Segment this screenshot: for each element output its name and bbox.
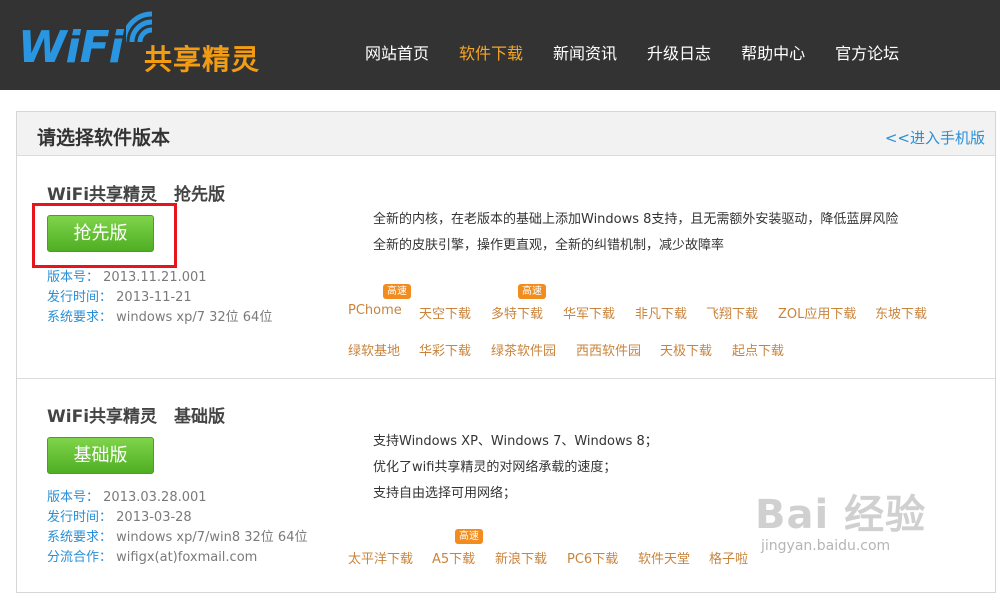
- meta-value: windows xp/7/win8 32位 64位: [116, 530, 308, 545]
- mirror-link[interactable]: 华彩下载: [419, 340, 471, 359]
- mirror-link[interactable]: 绿软基地: [348, 340, 400, 359]
- watermark-text: Bai 经验: [755, 492, 927, 538]
- version-description: 支持Windows XP、Windows 7、Windows 8； 优化了wif…: [373, 429, 658, 507]
- fast-badge: 高速: [455, 529, 483, 544]
- meta-key: 系统要求：: [47, 310, 113, 325]
- mirror-link[interactable]: 新浪下载: [495, 548, 547, 567]
- meta-key: 系统要求：: [47, 530, 113, 545]
- description-line: 优化了wifi共享精灵的对网络承载的速度；: [373, 460, 617, 475]
- panel-title: 请选择软件版本: [37, 127, 171, 149]
- meta-key: 版本号：: [47, 270, 100, 285]
- mirror-link[interactable]: PChome: [348, 303, 402, 318]
- mirror-link[interactable]: PC6下载: [567, 548, 618, 567]
- mobile-version-link[interactable]: <<进入手机版: [885, 127, 985, 148]
- version-section-preview: WiFi共享精灵 抢先版 抢先版 版本号： 2013.11.21.001 发行时…: [17, 157, 995, 379]
- version-title: WiFi共享精灵 基础版: [47, 407, 226, 427]
- meta-value: windows xp/7 32位 64位: [116, 310, 273, 325]
- nav-forum[interactable]: 官方论坛: [820, 0, 914, 90]
- mirror-link[interactable]: 非凡下载: [635, 303, 687, 322]
- version-title: WiFi共享精灵 抢先版: [47, 185, 226, 205]
- mirror-link[interactable]: 太平洋下载: [348, 548, 413, 567]
- mirror-link[interactable]: 东坡下载: [875, 303, 927, 322]
- baidu-jingyan-watermark: Bai 经验 jingyan.baidu.com: [755, 482, 945, 572]
- nav-software-download[interactable]: 软件下载: [444, 0, 538, 90]
- description-line: 全新的内核，在老版本的基础上添加Windows 8支持，且无需额外安装驱动，降低…: [373, 212, 899, 227]
- mirror-link[interactable]: 格子啦: [709, 548, 748, 567]
- watermark-url: jingyan.baidu.com: [761, 538, 891, 554]
- version-description: 全新的内核，在老版本的基础上添加Windows 8支持，且无需额外安装驱动，降低…: [373, 207, 898, 259]
- mirror-link[interactable]: 起点下载: [732, 340, 784, 359]
- nav-help-center[interactable]: 帮助中心: [726, 0, 820, 90]
- meta-value: 2013.03.28.001: [103, 490, 207, 505]
- site-header: WiFi 共享精灵 网站首页 软件下载 新闻资讯 升级日志 帮助中心 官方论坛: [0, 0, 1000, 90]
- download-basic-button[interactable]: 基础版: [47, 437, 154, 474]
- version-meta: 版本号： 2013.11.21.001 发行时间： 2013-11-21 系统要…: [47, 268, 272, 328]
- mirror-link[interactable]: 多特下载: [491, 303, 543, 322]
- download-preview-button[interactable]: 抢先版: [47, 215, 154, 252]
- mirror-link[interactable]: A5下载: [432, 548, 475, 567]
- version-section-basic: WiFi共享精灵 基础版 基础版 版本号： 2013.03.28.001 发行时…: [17, 380, 995, 592]
- meta-value: 2013.11.21.001: [103, 270, 207, 285]
- meta-key: 发行时间：: [47, 290, 113, 305]
- description-line: 全新的皮肤引擎，操作更直观，全新的纠错机制，减少故障率: [373, 238, 725, 253]
- panel-header: 请选择软件版本 <<进入手机版: [17, 112, 995, 156]
- description-line: 支持自由选择可用网络；: [373, 486, 517, 501]
- meta-key: 发行时间：: [47, 510, 113, 525]
- meta-value: 2013-03-28: [116, 510, 192, 525]
- logo-wifi-text: WiFi: [18, 22, 124, 73]
- fast-badge: 高速: [383, 284, 411, 299]
- main-nav: 网站首页 软件下载 新闻资讯 升级日志 帮助中心 官方论坛: [350, 0, 914, 90]
- meta-key: 分流合作：: [47, 550, 113, 565]
- site-logo[interactable]: WiFi 共享精灵: [14, 4, 276, 84]
- version-select-panel: 请选择软件版本 <<进入手机版 WiFi共享精灵 抢先版 抢先版 版本号： 20…: [16, 111, 996, 593]
- meta-value: 2013-11-21: [116, 290, 192, 305]
- mirror-link[interactable]: 天空下载: [419, 303, 471, 322]
- logo-name-text: 共享精灵: [144, 43, 261, 76]
- nav-home[interactable]: 网站首页: [350, 0, 444, 90]
- nav-news[interactable]: 新闻资讯: [538, 0, 632, 90]
- nav-changelog[interactable]: 升级日志: [632, 0, 726, 90]
- fast-badge: 高速: [518, 284, 546, 299]
- mirror-link[interactable]: 天极下载: [660, 340, 712, 359]
- mirror-link[interactable]: 软件天堂: [638, 548, 690, 567]
- meta-value: wifigx(at)foxmail.com: [116, 550, 258, 565]
- mirror-link[interactable]: ZOL应用下载: [778, 303, 856, 322]
- description-line: 支持Windows XP、Windows 7、Windows 8；: [373, 434, 658, 449]
- meta-key: 版本号：: [47, 490, 100, 505]
- mirror-link[interactable]: 华军下载: [563, 303, 615, 322]
- mirror-link[interactable]: 绿茶软件园: [491, 340, 556, 359]
- mirror-link[interactable]: 西西软件园: [576, 340, 641, 359]
- version-meta: 版本号： 2013.03.28.001 发行时间： 2013-03-28 系统要…: [47, 488, 307, 568]
- mirror-link[interactable]: 飞翔下载: [706, 303, 758, 322]
